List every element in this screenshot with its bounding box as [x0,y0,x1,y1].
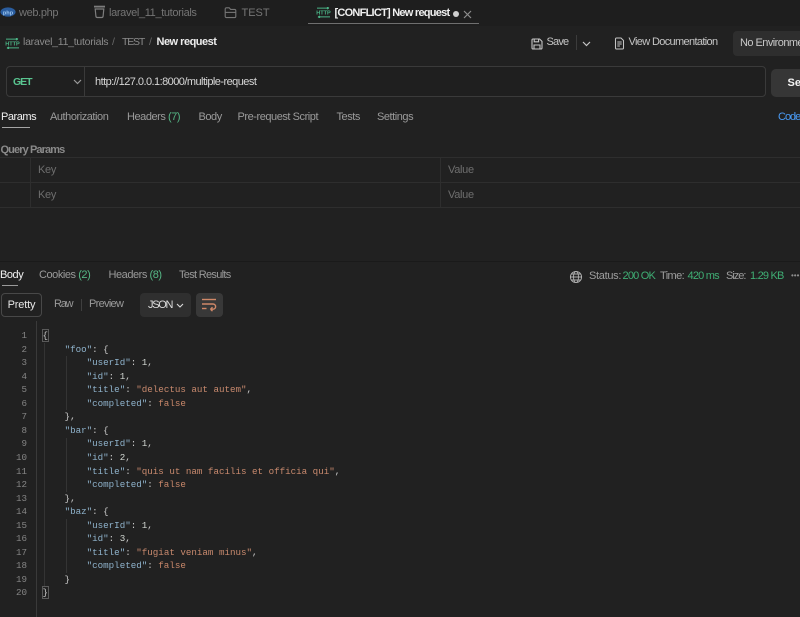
svg-text:HTTP: HTTP [316,10,331,16]
svg-text:php: php [3,10,14,16]
svg-text:HTTP: HTTP [5,42,20,48]
